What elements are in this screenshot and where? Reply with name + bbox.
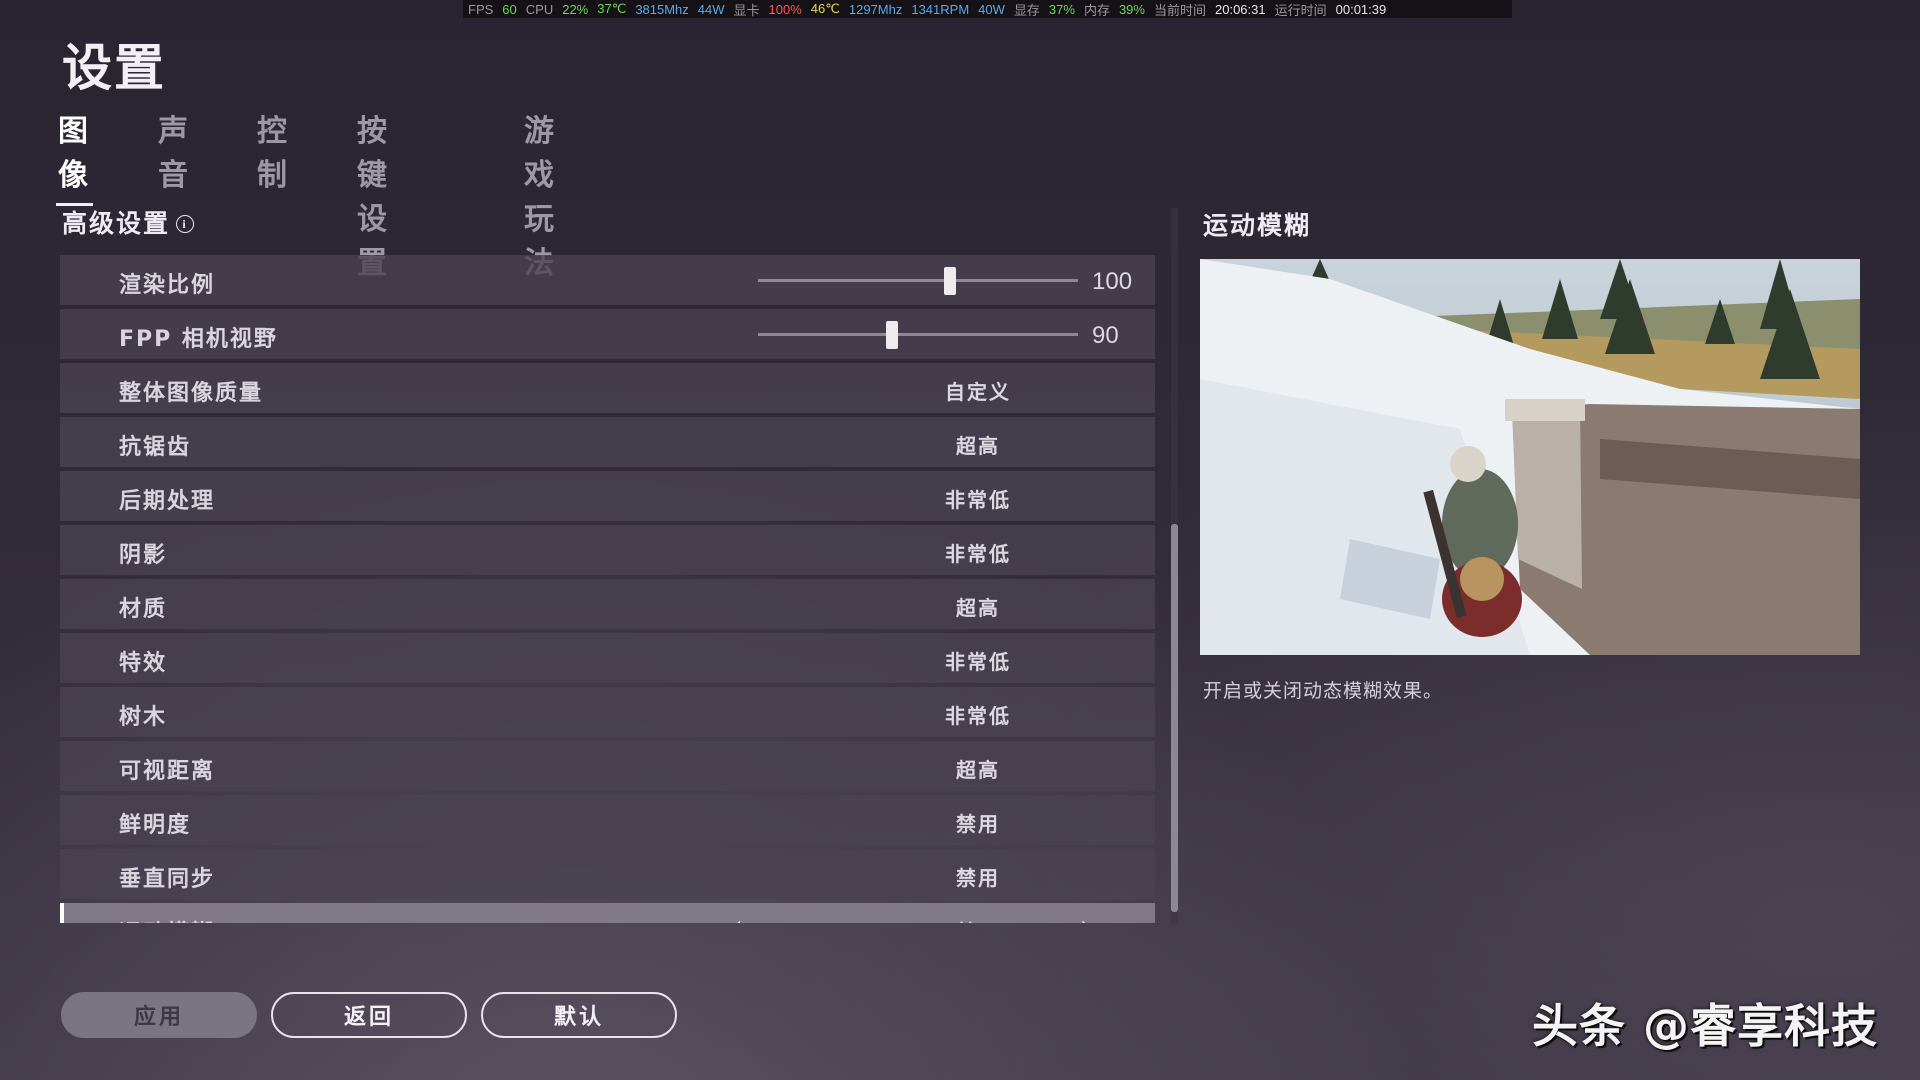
setting-row[interactable]: 抗锯齿 超高 (60, 417, 1155, 467)
runtime-label: 运行时间 (1274, 2, 1327, 18)
setting-label: FPP 相机视野 (119, 327, 278, 352)
preview-description: 开启或关闭动态模糊效果。 (1203, 680, 1444, 702)
setting-row[interactable]: 阴影 非常低 (60, 525, 1155, 575)
runtime-value: 00:01:39 (1335, 1, 1387, 17)
tab-graphics[interactable]: 图像 (56, 106, 93, 206)
cpu-load: 22% (562, 1, 589, 17)
gpu-label: 显卡 (733, 2, 760, 18)
page-title: 设置 (62, 39, 166, 97)
setting-row[interactable]: 树木 非常低 (60, 687, 1155, 737)
setting-row[interactable]: 后期处理 非常低 (60, 471, 1155, 521)
setting-label: 可视距离 (119, 759, 216, 784)
gpu-fan: 1341RPM (911, 1, 970, 17)
setting-slider[interactable] (758, 321, 1078, 349)
apply-button[interactable]: 应用 (61, 992, 257, 1038)
setting-value: 非常低 (945, 488, 1011, 512)
slider-thumb[interactable] (886, 321, 899, 349)
setting-label: 后期处理 (119, 489, 216, 514)
setting-value: 非常低 (945, 704, 1011, 728)
setting-row[interactable]: FPP 相机视野 90 (60, 309, 1155, 359)
info-icon[interactable]: i (176, 215, 195, 233)
setting-value: 自定义 (945, 380, 1011, 404)
setting-value: 超高 (956, 434, 1000, 458)
cpu-label: CPU (525, 1, 554, 17)
setting-row[interactable]: 材质 超高 (60, 579, 1155, 629)
slider-thumb[interactable] (944, 267, 956, 295)
setting-label: 渲染比例 (119, 273, 216, 298)
settings-list: 渲染比例 100 FPP 相机视野 90 整体图像质量 自定义 抗锯齿 超高 后期处理 非常低 阴影… (60, 255, 1155, 923)
chevron-right-icon[interactable]: › (1080, 911, 1090, 923)
scrollbar-thumb[interactable] (1171, 524, 1178, 912)
time-label: 当前时间 (1153, 2, 1206, 18)
motion-blur-preview-image (1200, 259, 1860, 655)
chevron-left-icon[interactable]: ‹ (732, 911, 742, 923)
setting-slider[interactable] (758, 267, 1078, 295)
tab-sound[interactable]: 声音 (158, 106, 191, 194)
time-value: 20:06:31 (1215, 1, 1266, 17)
setting-row[interactable]: 特效 非常低 (60, 633, 1155, 683)
setting-row[interactable]: 运动模糊 禁用 ‹ › (60, 903, 1155, 923)
ram-value: 39% (1118, 1, 1145, 17)
setting-row[interactable]: 渲染比例 100 (60, 255, 1155, 305)
setting-label: 抗锯齿 (119, 435, 192, 460)
vram-label: 显存 (1013, 2, 1040, 18)
setting-row[interactable]: 可视距离 超高 (60, 741, 1155, 791)
gpu-temp: 46℃ (810, 1, 840, 16)
cpu-clock: 3815Mhz (635, 1, 689, 17)
fps-value: 60 (502, 1, 517, 17)
setting-row[interactable]: 垂直同步 禁用 (60, 849, 1155, 899)
setting-row[interactable]: 整体图像质量 自定义 (60, 363, 1155, 413)
setting-value: 非常低 (945, 650, 1011, 674)
slider-value: 90 (1092, 322, 1119, 349)
gpu-load: 100% (768, 1, 802, 17)
setting-label: 垂直同步 (119, 867, 216, 892)
setting-value: 禁用 (956, 866, 1000, 890)
default-button[interactable]: 默认 (481, 992, 677, 1038)
preview-title: 运动模糊 (1203, 211, 1312, 240)
gpu-clock: 1297Mhz (848, 1, 903, 17)
vram-value: 37% (1048, 1, 1075, 17)
performance-overlay: FPS 60 CPU 22% 37℃ 3815Mhz 44W 显卡 100% 4… (463, 0, 1512, 18)
setting-value: 禁用 (956, 812, 1000, 836)
advanced-settings-title: 高级设置 i (62, 204, 195, 240)
cpu-temp: 37℃ (597, 1, 627, 16)
setting-label: 树木 (119, 705, 168, 730)
fps-label: FPS (468, 1, 494, 17)
setting-row[interactable]: 鲜明度 禁用 (60, 795, 1155, 845)
setting-label: 特效 (119, 651, 168, 676)
setting-label: 材质 (119, 597, 168, 622)
section-title-text: 高级设置 (62, 209, 171, 238)
setting-value: 超高 (956, 758, 1000, 782)
setting-value: 禁用 (872, 916, 1084, 923)
gpu-power: 40W (978, 1, 1005, 17)
setting-label: 阴影 (119, 543, 168, 568)
setting-label: 整体图像质量 (119, 381, 264, 406)
setting-value: 超高 (956, 596, 1000, 620)
setting-value: 非常低 (945, 542, 1011, 566)
cpu-power: 44W (697, 1, 725, 17)
setting-label: 运动模糊 (119, 915, 215, 923)
back-button[interactable]: 返回 (271, 992, 467, 1038)
ram-label: 内存 (1083, 2, 1110, 18)
settings-scrollbar[interactable] (1171, 208, 1178, 924)
setting-label: 鲜明度 (119, 813, 192, 838)
slider-value: 100 (1092, 268, 1133, 295)
tab-control[interactable]: 控制 (257, 106, 290, 194)
watermark: 头条 @睿享科技 (1532, 999, 1879, 1053)
